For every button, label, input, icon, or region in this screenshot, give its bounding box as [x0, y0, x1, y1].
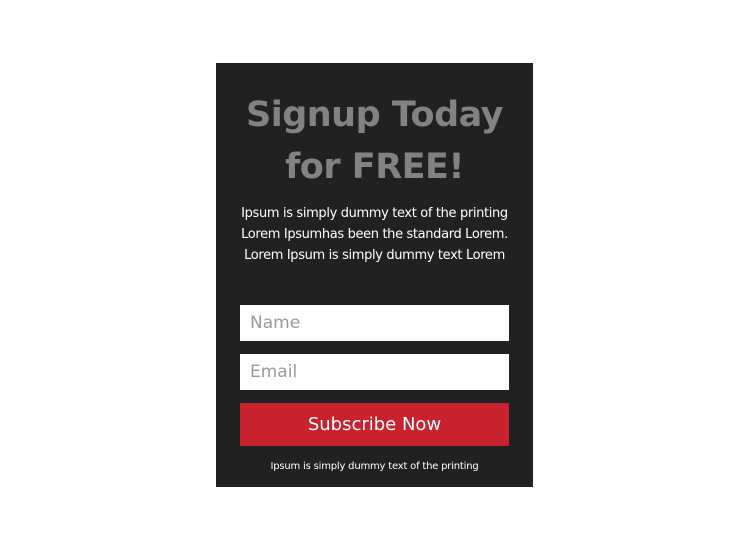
signup-footnote: Ipsum is simply dummy text of the printi…	[270, 461, 479, 472]
signup-title: Signup Today for FREE!	[216, 89, 533, 193]
email-field[interactable]	[240, 354, 509, 390]
description-line-3: Lorem Ipsum is simply dummy text Lorem	[244, 248, 505, 263]
title-line-2: for FREE!	[285, 147, 464, 187]
signup-card: Signup Today for FREE! Ipsum is simply d…	[216, 63, 533, 487]
signup-description: Ipsum is simply dummy text of the printi…	[222, 203, 527, 266]
description-line-1: Ipsum is simply dummy text of the printi…	[241, 206, 508, 221]
title-line-1: Signup Today	[245, 95, 504, 135]
name-field[interactable]	[240, 305, 509, 341]
description-line-2: Lorem Ipsumhas been the standard Lorem.	[241, 227, 508, 242]
subscribe-button[interactable]: Subscribe Now	[240, 403, 509, 446]
